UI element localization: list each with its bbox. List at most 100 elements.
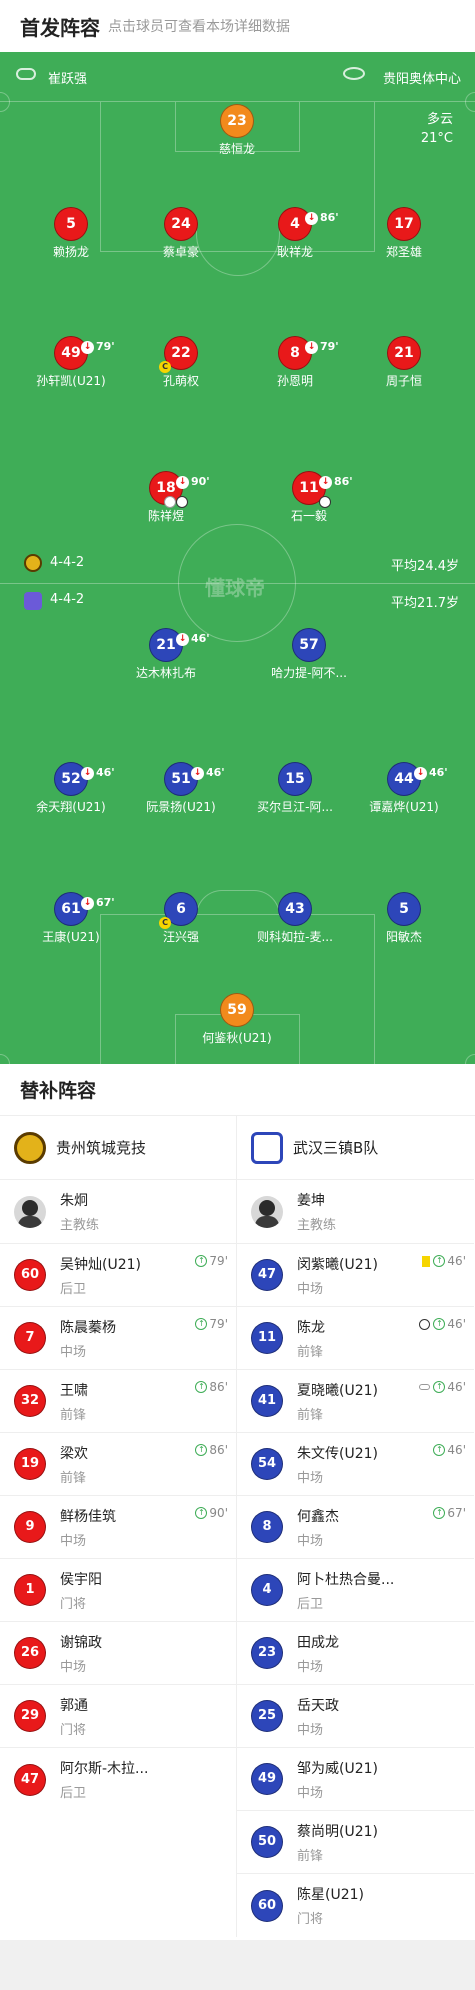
sub-in-icon: ↑ bbox=[195, 1444, 208, 1456]
sub-player-row[interactable]: 47 阿尔斯-木拉... 后卫 bbox=[0, 1748, 236, 1811]
player-name: 石一毅 bbox=[290, 509, 327, 523]
sub-player-row[interactable]: 29 郭通 门将 bbox=[0, 1685, 236, 1748]
sub-player-row[interactable]: 8 何鑫杰 中场 ↑ 67' bbox=[237, 1496, 474, 1559]
stadium-icon bbox=[343, 67, 365, 80]
away-avg-age: 平均21.7岁 bbox=[391, 596, 459, 611]
sub-event: ↑ 46' bbox=[433, 1443, 466, 1457]
sub-player-row[interactable]: 60 吴钟灿(U21) 后卫 ↑ 79' bbox=[0, 1244, 236, 1307]
goal-icon bbox=[419, 1318, 431, 1330]
player-home[interactable]: 22 C 孔萌权 bbox=[126, 336, 236, 389]
player-home[interactable]: 4 ↓ 86' 耿祥龙 bbox=[240, 207, 350, 260]
player-position: 中场 bbox=[60, 1344, 87, 1360]
sub-time: 67' bbox=[447, 1506, 466, 1520]
sub-player-row[interactable]: 23 田成龙 中场 bbox=[237, 1622, 474, 1685]
sub-player-row[interactable]: 41 夏晓曦(U21) 前锋 ↑ 46' bbox=[237, 1370, 474, 1433]
sub-time: 46' bbox=[447, 1380, 466, 1394]
player-name: 郑圣雄 bbox=[385, 245, 422, 259]
player-away[interactable]: 57 哈力提-阿不... bbox=[254, 628, 364, 681]
sub-event: ↑ 79' bbox=[195, 1254, 228, 1268]
sub-player-row[interactable]: 19 梁欢 前锋 ↑ 86' bbox=[0, 1433, 236, 1496]
player-number: 54 bbox=[251, 1448, 283, 1480]
weather-temperature: 21°C bbox=[420, 131, 453, 146]
sub-time: 86' bbox=[209, 1443, 228, 1457]
sub-player-row[interactable]: 25 岳天政 中场 bbox=[237, 1685, 474, 1748]
number-text: 21 bbox=[156, 637, 176, 653]
player-home[interactable]: 17 郑圣雄 bbox=[349, 207, 459, 260]
player-away[interactable]: 15 买尔旦江-阿... bbox=[240, 762, 350, 815]
corner-arc bbox=[0, 1054, 10, 1064]
corner-arc bbox=[465, 92, 475, 112]
player-position: 前锋 bbox=[297, 1848, 324, 1864]
player-position: 中场 bbox=[297, 1659, 324, 1675]
avatar bbox=[251, 1195, 283, 1228]
sub-player-row[interactable]: 49 邹为威(U21) 中场 bbox=[237, 1748, 474, 1811]
player-number: 57 bbox=[292, 628, 326, 662]
sub-in-icon: ↑ bbox=[433, 1381, 446, 1393]
away-coach-row[interactable]: 姜坤 主教练 bbox=[237, 1180, 474, 1244]
sub-player-row[interactable]: 60 陈星(U21) 门将 bbox=[237, 1874, 474, 1937]
player-home-gk[interactable]: 23 慈恒龙 bbox=[182, 104, 292, 157]
player-number: 23 bbox=[220, 104, 254, 138]
home-coach-row[interactable]: 朱炯 主教练 bbox=[0, 1180, 236, 1244]
sub-player-row[interactable]: 54 朱文传(U21) 中场 ↑ 46' bbox=[237, 1433, 474, 1496]
player-home[interactable]: 5 赖扬龙 bbox=[16, 207, 126, 260]
sub-player-row[interactable]: 47 闵紫曦(U21) 中场 ↑ 46' bbox=[237, 1244, 474, 1307]
player-home[interactable]: 49 ↓ 79' 孙轩凯(U21) bbox=[16, 336, 126, 389]
player-home[interactable]: 11 ↓ 86' 石一毅 bbox=[254, 471, 364, 524]
player-name: 孙恩明 bbox=[276, 374, 313, 388]
player-away[interactable]: 61 ↓ 67' 王康(U21) bbox=[16, 892, 126, 945]
sub-time: 79' bbox=[320, 340, 339, 353]
sub-off-badge: ↓ 46' bbox=[176, 623, 210, 655]
player-number: 61 ↓ 67' bbox=[54, 892, 115, 926]
coach-role: 主教练 bbox=[60, 1218, 100, 1233]
player-away[interactable]: 52 ↓ 46' 余天翔(U21) bbox=[16, 762, 126, 815]
number-text: 52 bbox=[61, 771, 81, 787]
player-position: 门将 bbox=[297, 1912, 324, 1927]
player-position: 中场 bbox=[297, 1785, 324, 1801]
sub-player-row[interactable]: 7 陈晨蓁杨 中场 ↑ 79' bbox=[0, 1307, 236, 1370]
sub-player-row[interactable]: 11 陈龙 前锋 ↑ 46' bbox=[237, 1307, 474, 1370]
sub-off-icon: ↓ bbox=[191, 766, 204, 780]
sub-off-icon: ↓ bbox=[305, 340, 318, 354]
player-away[interactable]: 5 阳敏杰 bbox=[349, 892, 459, 945]
home-bench: 贵州筑城竞技 朱炯 主教练 60 吴钟灿(U21) 后卫 ↑ 79' 7 陈晨蓁杨 中场 ↑ 79… bbox=[0, 1116, 237, 1937]
sub-event: ↑ 90' bbox=[195, 1506, 228, 1520]
sub-player-row[interactable]: 1 侯宇阳 门将 bbox=[0, 1559, 236, 1622]
player-name: 陈龙 bbox=[297, 1319, 325, 1336]
sub-player-row[interactable]: 26 谢锦政 中场 bbox=[0, 1622, 236, 1685]
coach-role: 主教练 bbox=[297, 1218, 337, 1233]
away-team-row[interactable]: 武汉三镇B队 bbox=[237, 1116, 474, 1180]
player-away-gk[interactable]: 59 何鉴秋(U21) bbox=[182, 993, 292, 1046]
sub-event: ↑ 67' bbox=[433, 1506, 466, 1520]
player-position: 门将 bbox=[60, 1596, 87, 1612]
player-home[interactable]: 21 周子恒 bbox=[349, 336, 459, 389]
sub-player-row[interactable]: 4 阿卜杜热合曼... 后卫 bbox=[237, 1559, 474, 1622]
player-name: 何鉴秋(U21) bbox=[202, 1031, 272, 1045]
sub-in-icon: ↑ bbox=[433, 1255, 446, 1267]
player-home[interactable]: 24 蔡卓豪 bbox=[126, 207, 236, 260]
sub-player-row[interactable]: 50 蔡尚明(U21) 前锋 bbox=[237, 1811, 474, 1874]
sub-player-row[interactable]: 9 鲜杨佳筑 中场 ↑ 90' bbox=[0, 1496, 236, 1559]
home-team-row[interactable]: 贵州筑城竞技 bbox=[0, 1116, 236, 1180]
player-home[interactable]: 18 ↓ 90' 陈祥煜 bbox=[111, 471, 221, 524]
sub-off-icon: ↓ bbox=[319, 475, 332, 489]
lineup-subtitle: 点击球员可查看本场详细数据 bbox=[108, 19, 290, 35]
sub-off-badge: ↓ 46' bbox=[81, 757, 115, 789]
goal-icon bbox=[164, 496, 176, 508]
player-name: 王康(U21) bbox=[42, 930, 100, 944]
player-away[interactable]: 44 ↓ 46' 谭嘉烨(U21) bbox=[349, 762, 459, 815]
lineup-title: 首发阵容 bbox=[20, 15, 100, 40]
player-away[interactable]: 6 C 汪兴强 bbox=[126, 892, 236, 945]
sub-player-row[interactable]: 32 王啸 前锋 ↑ 86' bbox=[0, 1370, 236, 1433]
away-team-logo-icon bbox=[251, 1131, 283, 1164]
player-number: 11 ↓ 86' bbox=[292, 471, 353, 508]
sub-time: 46' bbox=[191, 632, 210, 645]
player-away[interactable]: 21 ↓ 46' 达木林扎布 bbox=[111, 628, 221, 681]
player-name: 岳天政 bbox=[297, 1697, 339, 1714]
player-name: 蔡尚明(U21) bbox=[297, 1823, 378, 1840]
player-away[interactable]: 43 则科如拉-麦... bbox=[240, 892, 350, 945]
player-away[interactable]: 51 ↓ 46' 阮景扬(U21) bbox=[126, 762, 236, 815]
player-home[interactable]: 8 ↓ 79' 孙恩明 bbox=[240, 336, 350, 389]
player-position: 中场 bbox=[297, 1533, 324, 1549]
pitch: 崔跃强 贵阳奥体中心 多云 21°C 懂球帝 4-4-2 平均24.4岁 4-4… bbox=[0, 52, 475, 1064]
